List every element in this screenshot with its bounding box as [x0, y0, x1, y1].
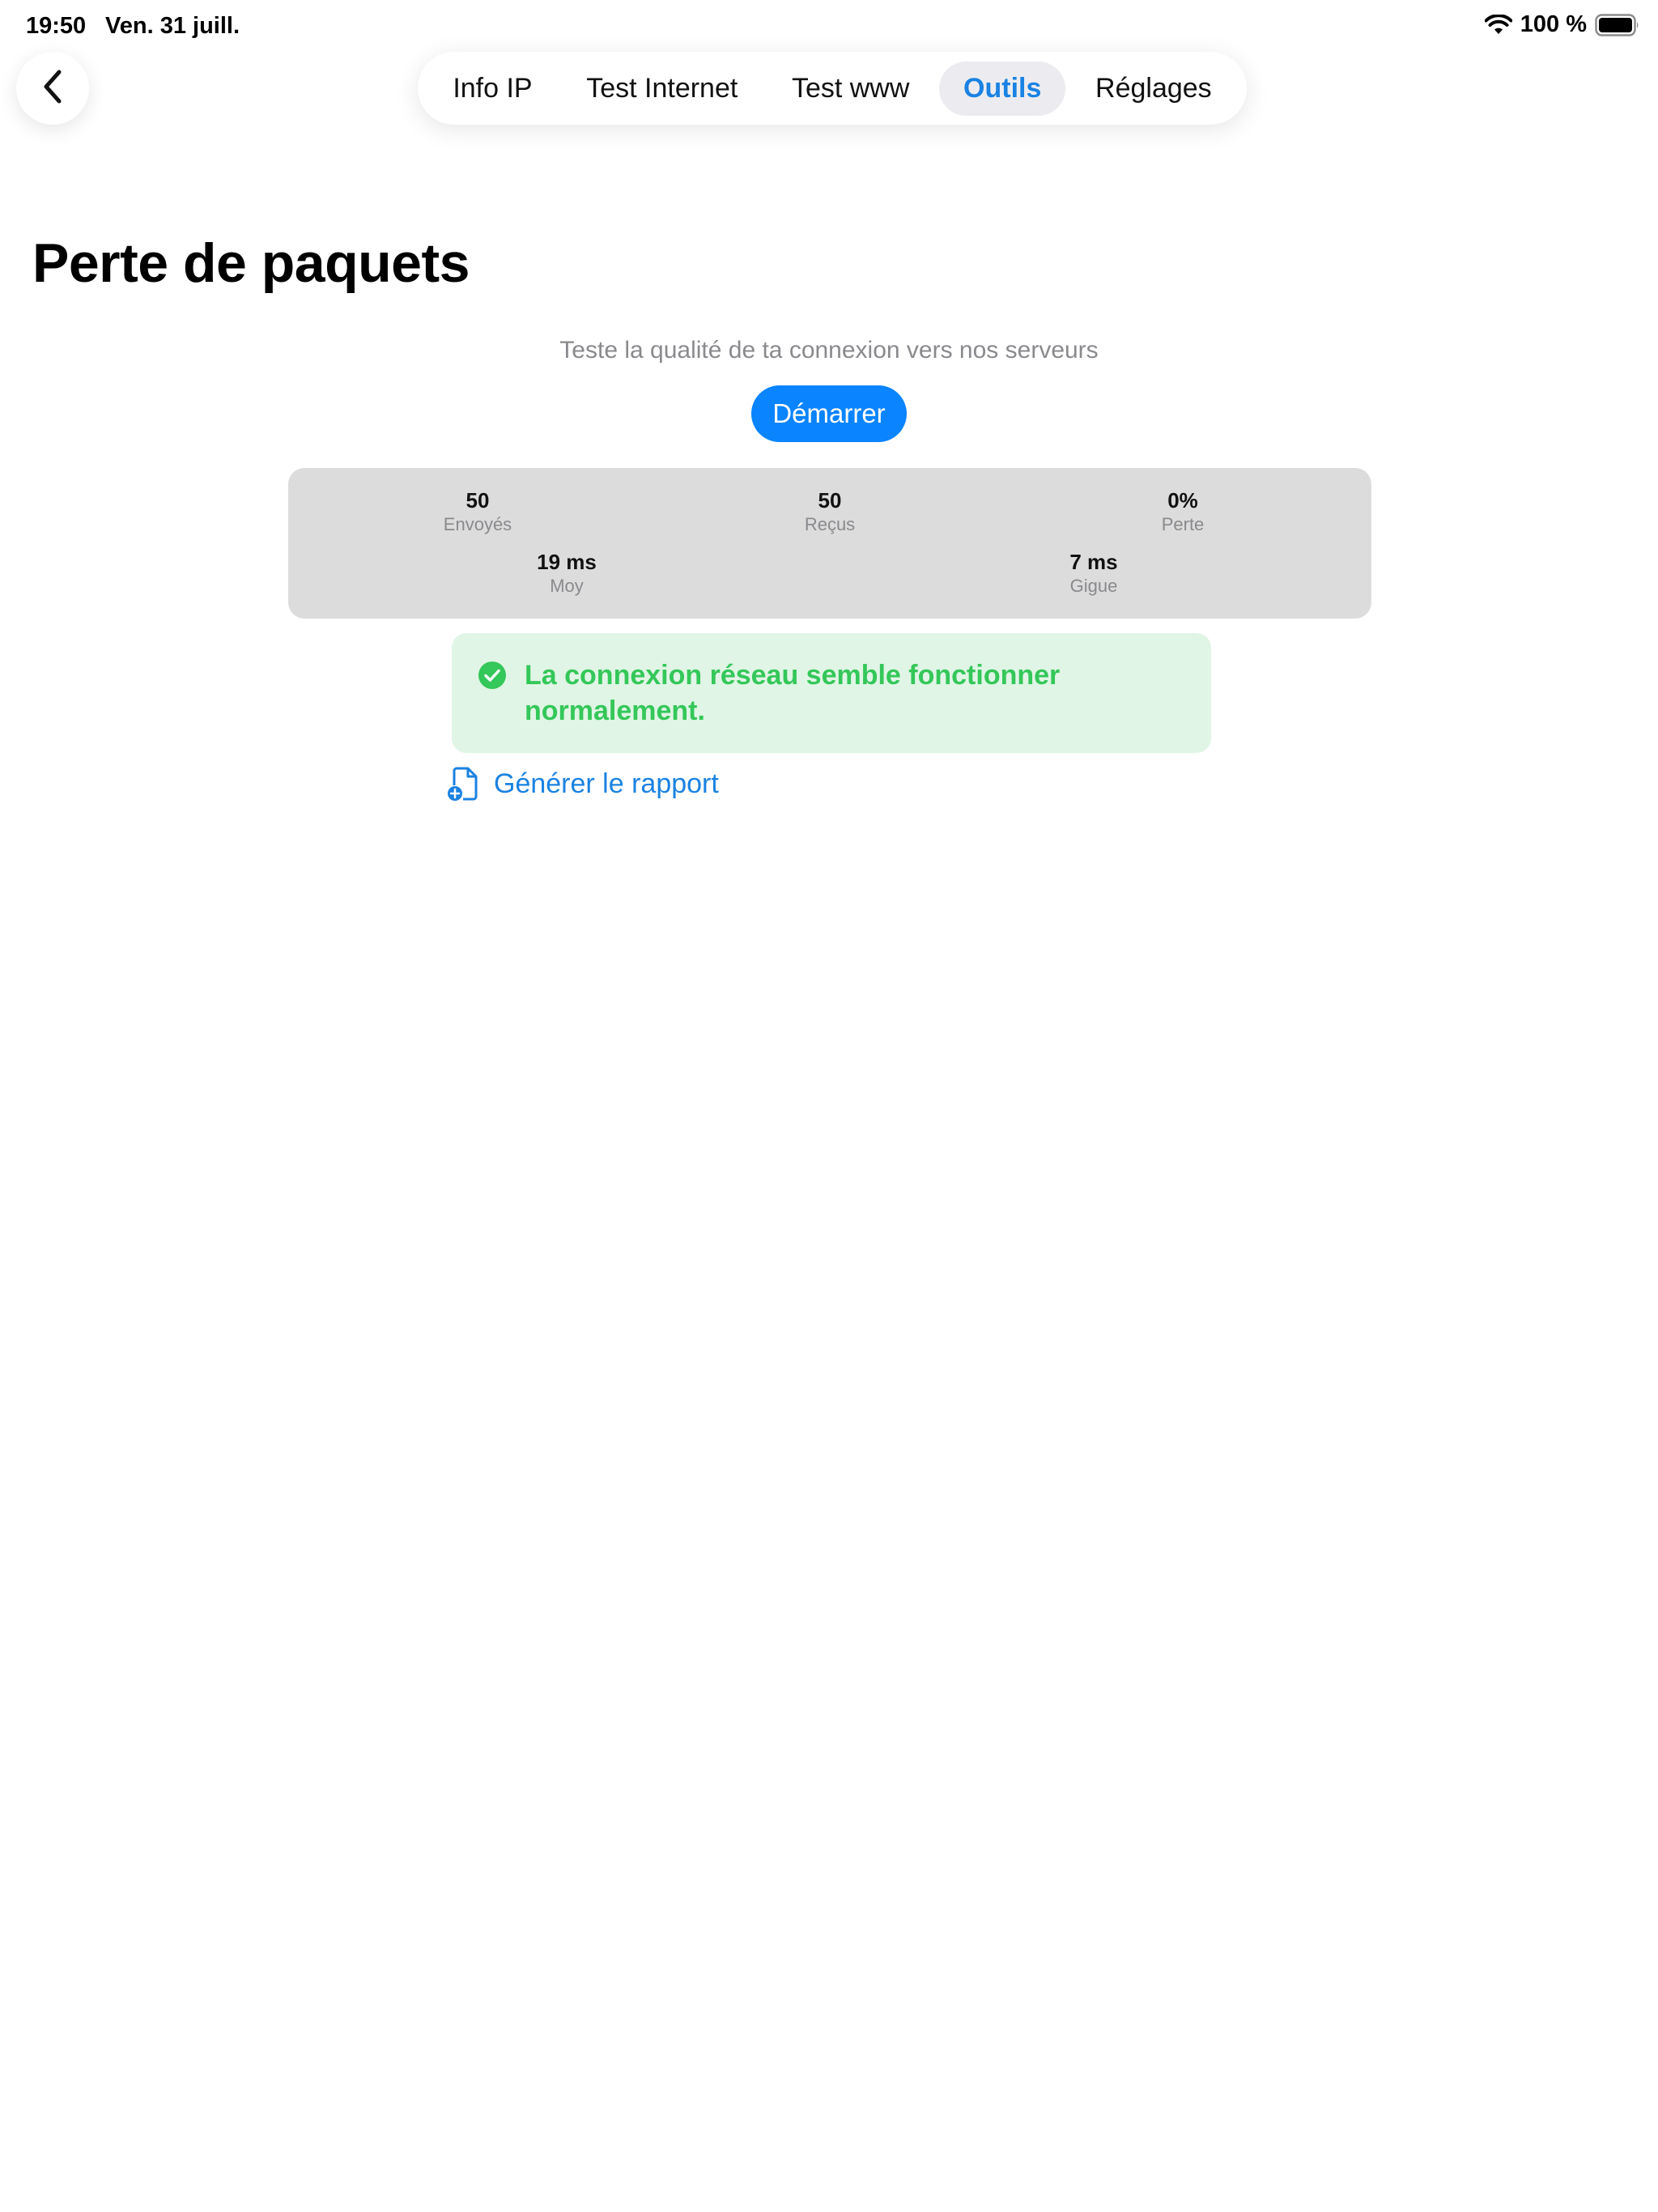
stat-label: Gigue	[1069, 576, 1118, 596]
stat-value: 0%	[1167, 488, 1198, 513]
stat-value: 7 ms	[1069, 550, 1118, 574]
result-text-line1: La connexion réseau semble fonctionner	[525, 660, 1061, 691]
subtitle: Teste la qualité de ta connexion vers no…	[559, 337, 1099, 364]
stat-label: Reçus	[804, 514, 856, 534]
stat-value: 19 ms	[537, 550, 597, 574]
generate-report-label: Générer le rapport	[494, 768, 719, 799]
wifi-icon	[1484, 14, 1512, 36]
stat-received: 50 Reçus	[805, 487, 855, 536]
back-button[interactable]	[16, 52, 89, 125]
document-add-icon	[447, 766, 479, 802]
status-date: Ven. 31 juill.	[105, 13, 240, 39]
result-banner: La connexion réseau semble fonctionner n…	[452, 633, 1211, 753]
tab-test-internet[interactable]: Test Internet	[562, 62, 762, 116]
battery-percent: 100 %	[1520, 11, 1587, 37]
tab-test-www[interactable]: Test www	[767, 62, 933, 116]
stat-sent: 50 Envoyés	[444, 487, 512, 536]
result-text-line2: normalement.	[525, 696, 705, 726]
stat-label: Envoyés	[443, 514, 512, 534]
stat-value: 50	[818, 488, 842, 513]
stat-label: Moy	[550, 576, 584, 596]
stats-panel: 50 Envoyés 50 Reçus 0% Perte 19 ms Moy 7…	[288, 468, 1371, 619]
status-bar: 19:50 Ven. 31 juill. 100 %	[0, 0, 1658, 52]
stat-average: 19 ms Moy	[537, 549, 597, 598]
start-button[interactable]: Démarrer	[751, 385, 907, 442]
stat-loss: 0% Perte	[1162, 487, 1205, 536]
page-title: Perte de paquets	[32, 232, 470, 294]
tab-bar: Info IP Test Internet Test www Outils Ré…	[418, 52, 1247, 125]
stat-jitter: 7 ms Gigue	[1069, 549, 1117, 598]
status-right: 100 %	[1484, 11, 1640, 38]
tab-outils[interactable]: Outils	[939, 61, 1066, 116]
battery-icon	[1595, 13, 1640, 36]
generate-report-button[interactable]: Générer le rapport	[447, 766, 719, 802]
page: 19:50 Ven. 31 juill. 100 % Info IP Test …	[0, 0, 1658, 2212]
stat-value: 50	[466, 488, 490, 513]
tab-info-ip[interactable]: Info IP	[428, 62, 556, 116]
checkmark-circle-icon	[478, 661, 507, 694]
stat-label: Perte	[1161, 514, 1205, 534]
chevron-left-icon	[41, 69, 64, 108]
status-time: 19:50	[26, 13, 87, 39]
tab-reglages[interactable]: Réglages	[1071, 62, 1236, 116]
